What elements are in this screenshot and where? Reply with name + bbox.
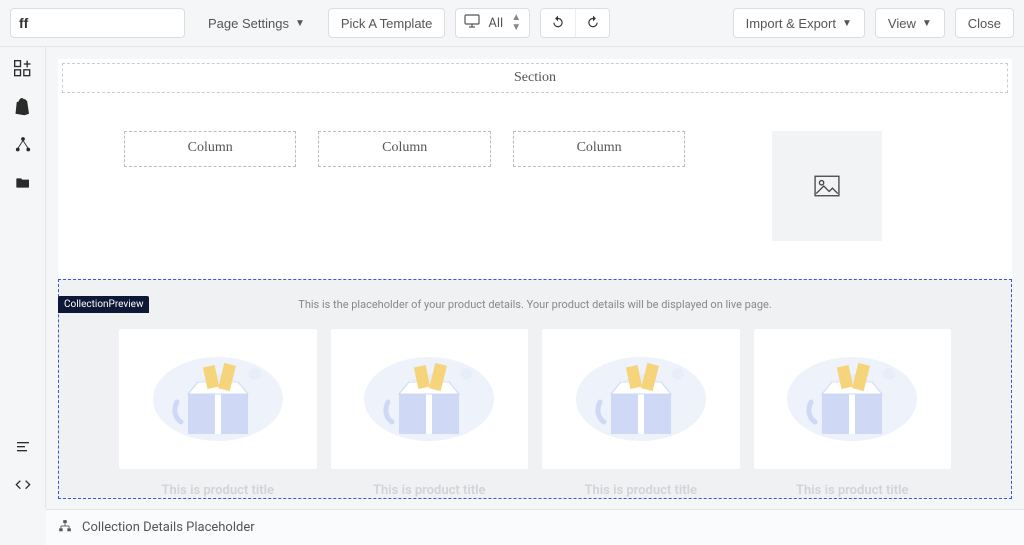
box-icon — [354, 344, 504, 454]
caret-down-icon: ▼ — [842, 18, 852, 29]
product-title: This is product title — [331, 483, 529, 498]
view-label: View — [888, 16, 916, 31]
product-card: This is product title — [754, 329, 952, 498]
box-icon — [143, 344, 293, 454]
history-group — [540, 8, 610, 38]
folder-icon[interactable] — [13, 173, 33, 193]
breadcrumb-bar: Collection Details Placeholder — [46, 509, 1024, 545]
image-element[interactable] — [707, 131, 946, 241]
structure-icon[interactable] — [13, 135, 33, 155]
page-settings-button[interactable]: Page Settings ▼ — [195, 8, 318, 38]
image-icon — [814, 175, 840, 197]
device-label: All — [488, 16, 503, 31]
code-icon[interactable] — [13, 476, 33, 496]
sort-icon: ▲▼ — [511, 13, 521, 33]
shopify-icon[interactable] — [13, 97, 33, 117]
undo-icon — [551, 15, 565, 29]
column-placeholder[interactable]: Column — [124, 131, 296, 167]
preview-notice: This is the placeholder of your product … — [71, 298, 999, 311]
pick-template-button[interactable]: Pick A Template — [328, 8, 446, 38]
product-image-placeholder — [331, 329, 529, 469]
product-card: This is product title — [542, 329, 740, 498]
import-export-button[interactable]: Import & Export ▼ — [733, 8, 865, 38]
product-card: This is product title — [331, 329, 529, 498]
collection-preview-tag[interactable]: CollectionPreview — [58, 296, 149, 313]
redo-icon — [586, 15, 600, 29]
column-placeholder[interactable]: Column — [513, 131, 685, 167]
outline-icon[interactable] — [13, 438, 33, 458]
desktop-icon — [464, 14, 480, 32]
box-icon — [777, 344, 927, 454]
canvas: Section Column Column Column CollectionP… — [46, 47, 1024, 508]
main-area: Section Column Column Column CollectionP… — [0, 47, 1024, 508]
caret-down-icon: ▼ — [295, 18, 305, 29]
collection-preview-block[interactable]: This is the placeholder of your product … — [58, 279, 1012, 499]
product-title: This is product title — [754, 483, 952, 498]
section-label: Section — [62, 63, 1008, 93]
product-image-placeholder — [119, 329, 317, 469]
page-settings-label: Page Settings — [208, 16, 289, 31]
add-element-icon[interactable] — [13, 59, 33, 79]
caret-down-icon: ▼ — [922, 18, 932, 29]
page-title-input[interactable] — [10, 8, 185, 38]
image-placeholder — [772, 131, 882, 241]
device-select[interactable]: All ▲▼ — [455, 8, 530, 38]
product-card: This is product title — [119, 329, 317, 498]
left-rail — [0, 47, 46, 508]
section-block[interactable]: Section Column Column Column — [58, 59, 1012, 279]
import-export-label: Import & Export — [746, 16, 836, 31]
breadcrumb-label[interactable]: Collection Details Placeholder — [82, 520, 255, 535]
close-button[interactable]: Close — [955, 8, 1014, 38]
sitemap-icon — [58, 519, 72, 537]
row-block: Column Column Column — [62, 97, 1008, 275]
undo-button[interactable] — [541, 9, 575, 37]
product-image-placeholder — [754, 329, 952, 469]
column-placeholder[interactable]: Column — [318, 131, 490, 167]
products-row: This is product title This is product ti… — [71, 329, 999, 498]
view-button[interactable]: View ▼ — [875, 8, 945, 38]
product-title: This is product title — [542, 483, 740, 498]
redo-button[interactable] — [575, 9, 609, 37]
product-image-placeholder — [542, 329, 740, 469]
top-toolbar: Page Settings ▼ Pick A Template All ▲▼ I… — [0, 0, 1024, 47]
box-icon — [566, 344, 716, 454]
product-title: This is product title — [119, 483, 317, 498]
